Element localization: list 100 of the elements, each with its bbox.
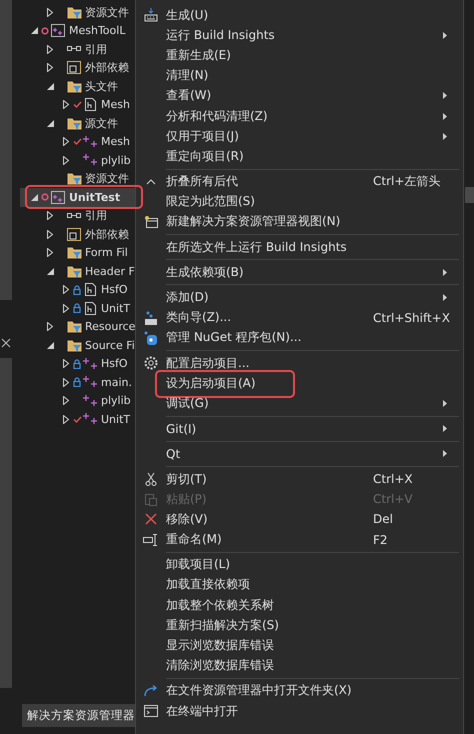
tree-item-label[interactable]: UnitT (101, 412, 130, 426)
tree-item-label[interactable]: Mesh (101, 98, 130, 112)
menu-item[interactable]: 重定向项目(R) (136, 146, 463, 166)
tree-item-label[interactable]: UnitT (101, 302, 130, 315)
collapsed-arrow-icon[interactable] (47, 211, 53, 220)
collapsed-arrow-icon[interactable] (47, 63, 53, 72)
expanded-arrow-icon[interactable] (46, 268, 54, 275)
tree-item-label[interactable]: 资源文件 (85, 4, 129, 20)
tree-row[interactable]: HsfO (28, 280, 135, 299)
collapsed-arrow-icon[interactable] (63, 359, 69, 368)
menu-item[interactable]: 配置启动项目... (136, 353, 463, 374)
tree-row[interactable]: 头文件 (28, 77, 135, 96)
tree-item-label[interactable]: Source Fi (85, 338, 135, 352)
tree-row[interactable]: Mesh (28, 132, 135, 151)
tree-item-label[interactable]: Header F (85, 264, 135, 278)
tree-item-label[interactable]: plylib (101, 394, 131, 408)
collapsed-arrow-icon[interactable] (47, 248, 53, 258)
tree-row[interactable]: 外部依赖 (28, 58, 135, 77)
expanded-arrow-icon[interactable] (46, 120, 54, 127)
menu-item[interactable]: 新建解决方案资源管理器视图(N) (136, 212, 463, 232)
menu-item[interactable]: 管理 NuGet 程序包(N)... (136, 328, 463, 348)
tree-item-label[interactable]: 外部依赖 (85, 226, 129, 242)
menu-item[interactable]: 清除浏览数据库错误 (136, 656, 463, 676)
tree-item-label[interactable]: main. (101, 376, 132, 389)
menu-item[interactable]: 折叠所有后代 Ctrl+左箭头 (136, 172, 463, 192)
collapsed-arrow-icon[interactable] (63, 414, 69, 424)
menu-item[interactable]: 在所选文件上运行 Build Insights (136, 237, 463, 258)
tree-item-label[interactable]: HsfO (101, 357, 128, 370)
collapsed-arrow-icon[interactable] (47, 230, 53, 239)
collapsed-arrow-icon[interactable] (63, 396, 69, 406)
collapsed-arrow-icon[interactable] (63, 137, 69, 146)
tree-row[interactable]: UnitT (28, 410, 135, 428)
tree-row[interactable]: Resource (28, 318, 135, 336)
tree-row[interactable]: MeshToolL (28, 22, 135, 40)
tree-row[interactable]: plylib (28, 151, 135, 170)
menu-item[interactable]: 运行 Build Insights (136, 25, 463, 46)
menu-item[interactable]: 重新生成(E) (136, 45, 463, 66)
tree-row[interactable]: Source Fi (28, 336, 135, 354)
tree-row[interactable]: 外部依赖 (28, 225, 135, 244)
menu-item[interactable]: 重命名(M) F2 (136, 530, 463, 550)
menu-item[interactable]: Qt (136, 444, 463, 464)
close-icon[interactable] (1, 338, 11, 348)
tree-row[interactable]: 资源文件 (28, 170, 135, 188)
tree-item-label[interactable]: 资源文件 (85, 171, 129, 186)
menu-item[interactable]: 在文件资源管理器中打开文件夹(X) (136, 680, 463, 701)
menu-item[interactable]: 添加(D) (136, 287, 463, 308)
collapsed-arrow-icon[interactable] (63, 285, 69, 294)
tree-item-label[interactable]: 引用 (85, 42, 107, 57)
menu-item[interactable]: 移除(V) Del (136, 509, 463, 530)
menu-item[interactable]: 设为启动项目(A) (136, 373, 463, 394)
tree-row[interactable]: 引用 (28, 40, 135, 58)
tree-row[interactable]: Header F (28, 262, 135, 280)
tree-item-label[interactable]: Resource (85, 320, 136, 334)
tree-row[interactable]: UnitT (28, 299, 135, 318)
menu-item[interactable]: 类向导(Z)... Ctrl+Shift+X (136, 308, 463, 328)
menu-item[interactable]: Git(I) (136, 418, 463, 439)
collapsed-arrow-icon[interactable] (63, 156, 69, 165)
tree-item-label[interactable]: UnitTest (69, 190, 120, 204)
tree-item-label[interactable]: plylib (101, 154, 131, 167)
tree-item-label[interactable]: Mesh (101, 135, 130, 148)
collapsed-arrow-icon[interactable] (63, 100, 69, 110)
menu-item[interactable]: 重新扫描解决方案(S) (136, 615, 463, 636)
menu-item[interactable]: 分析和代码清理(Z) (136, 106, 463, 126)
scroll-bar[interactable] (465, 187, 474, 203)
tree-item-label[interactable]: 引用 (85, 208, 107, 224)
menu-item[interactable]: 生成依赖项(B) (136, 262, 463, 282)
collapsed-arrow-icon[interactable] (47, 44, 53, 54)
collapsed-arrow-icon[interactable] (47, 322, 53, 332)
expanded-arrow-icon[interactable] (30, 27, 38, 34)
menu-item[interactable]: 加载直接依赖项 (136, 574, 463, 596)
tree-item-label[interactable]: HsfO (101, 283, 128, 296)
collapsed-arrow-icon[interactable] (63, 378, 69, 387)
menu-item[interactable]: 生成(U) (136, 5, 463, 26)
scroll-bar[interactable] (0, 358, 12, 688)
expanded-arrow-icon[interactable] (30, 194, 38, 201)
menu-item[interactable]: 显示浏览数据库错误 (136, 635, 463, 656)
tree-item-label[interactable]: 外部依赖 (85, 60, 129, 76)
tree-row[interactable]: main. (28, 373, 135, 392)
tree-row[interactable]: UnitTest (20, 188, 135, 206)
menu-item[interactable]: 剪切(T) Ctrl+X (136, 468, 463, 490)
tree-row[interactable]: 引用 (28, 206, 135, 225)
menu-item[interactable]: 加载整个依赖关系树 (136, 595, 463, 616)
collapsed-arrow-icon[interactable] (63, 304, 69, 313)
expanded-arrow-icon[interactable] (46, 342, 54, 349)
tree-row[interactable]: plylib (28, 392, 135, 410)
tree-item-label[interactable]: 源文件 (85, 116, 118, 131)
menu-item[interactable]: 卸载项目(L) (136, 554, 463, 575)
expanded-arrow-icon[interactable] (46, 82, 54, 90)
collapsed-arrow-icon[interactable] (47, 8, 53, 17)
menu-item[interactable]: 限定为此范围(S) (136, 192, 463, 212)
tree-item-label[interactable]: Form Fil (85, 246, 128, 260)
menu-item[interactable]: 调试(G) (136, 393, 463, 414)
tree-row[interactable]: Mesh (28, 96, 135, 114)
menu-item[interactable]: 仅用于项目(J) (136, 126, 463, 146)
tree-row[interactable]: HsfO (28, 354, 135, 373)
menu-item[interactable]: 查看(W) (136, 86, 463, 106)
tree-item-label[interactable]: 头文件 (85, 78, 118, 94)
tree-row[interactable]: 资源文件 (28, 3, 135, 22)
scroll-bar[interactable] (0, 0, 12, 300)
tree-row[interactable]: Form Fil (28, 244, 135, 262)
